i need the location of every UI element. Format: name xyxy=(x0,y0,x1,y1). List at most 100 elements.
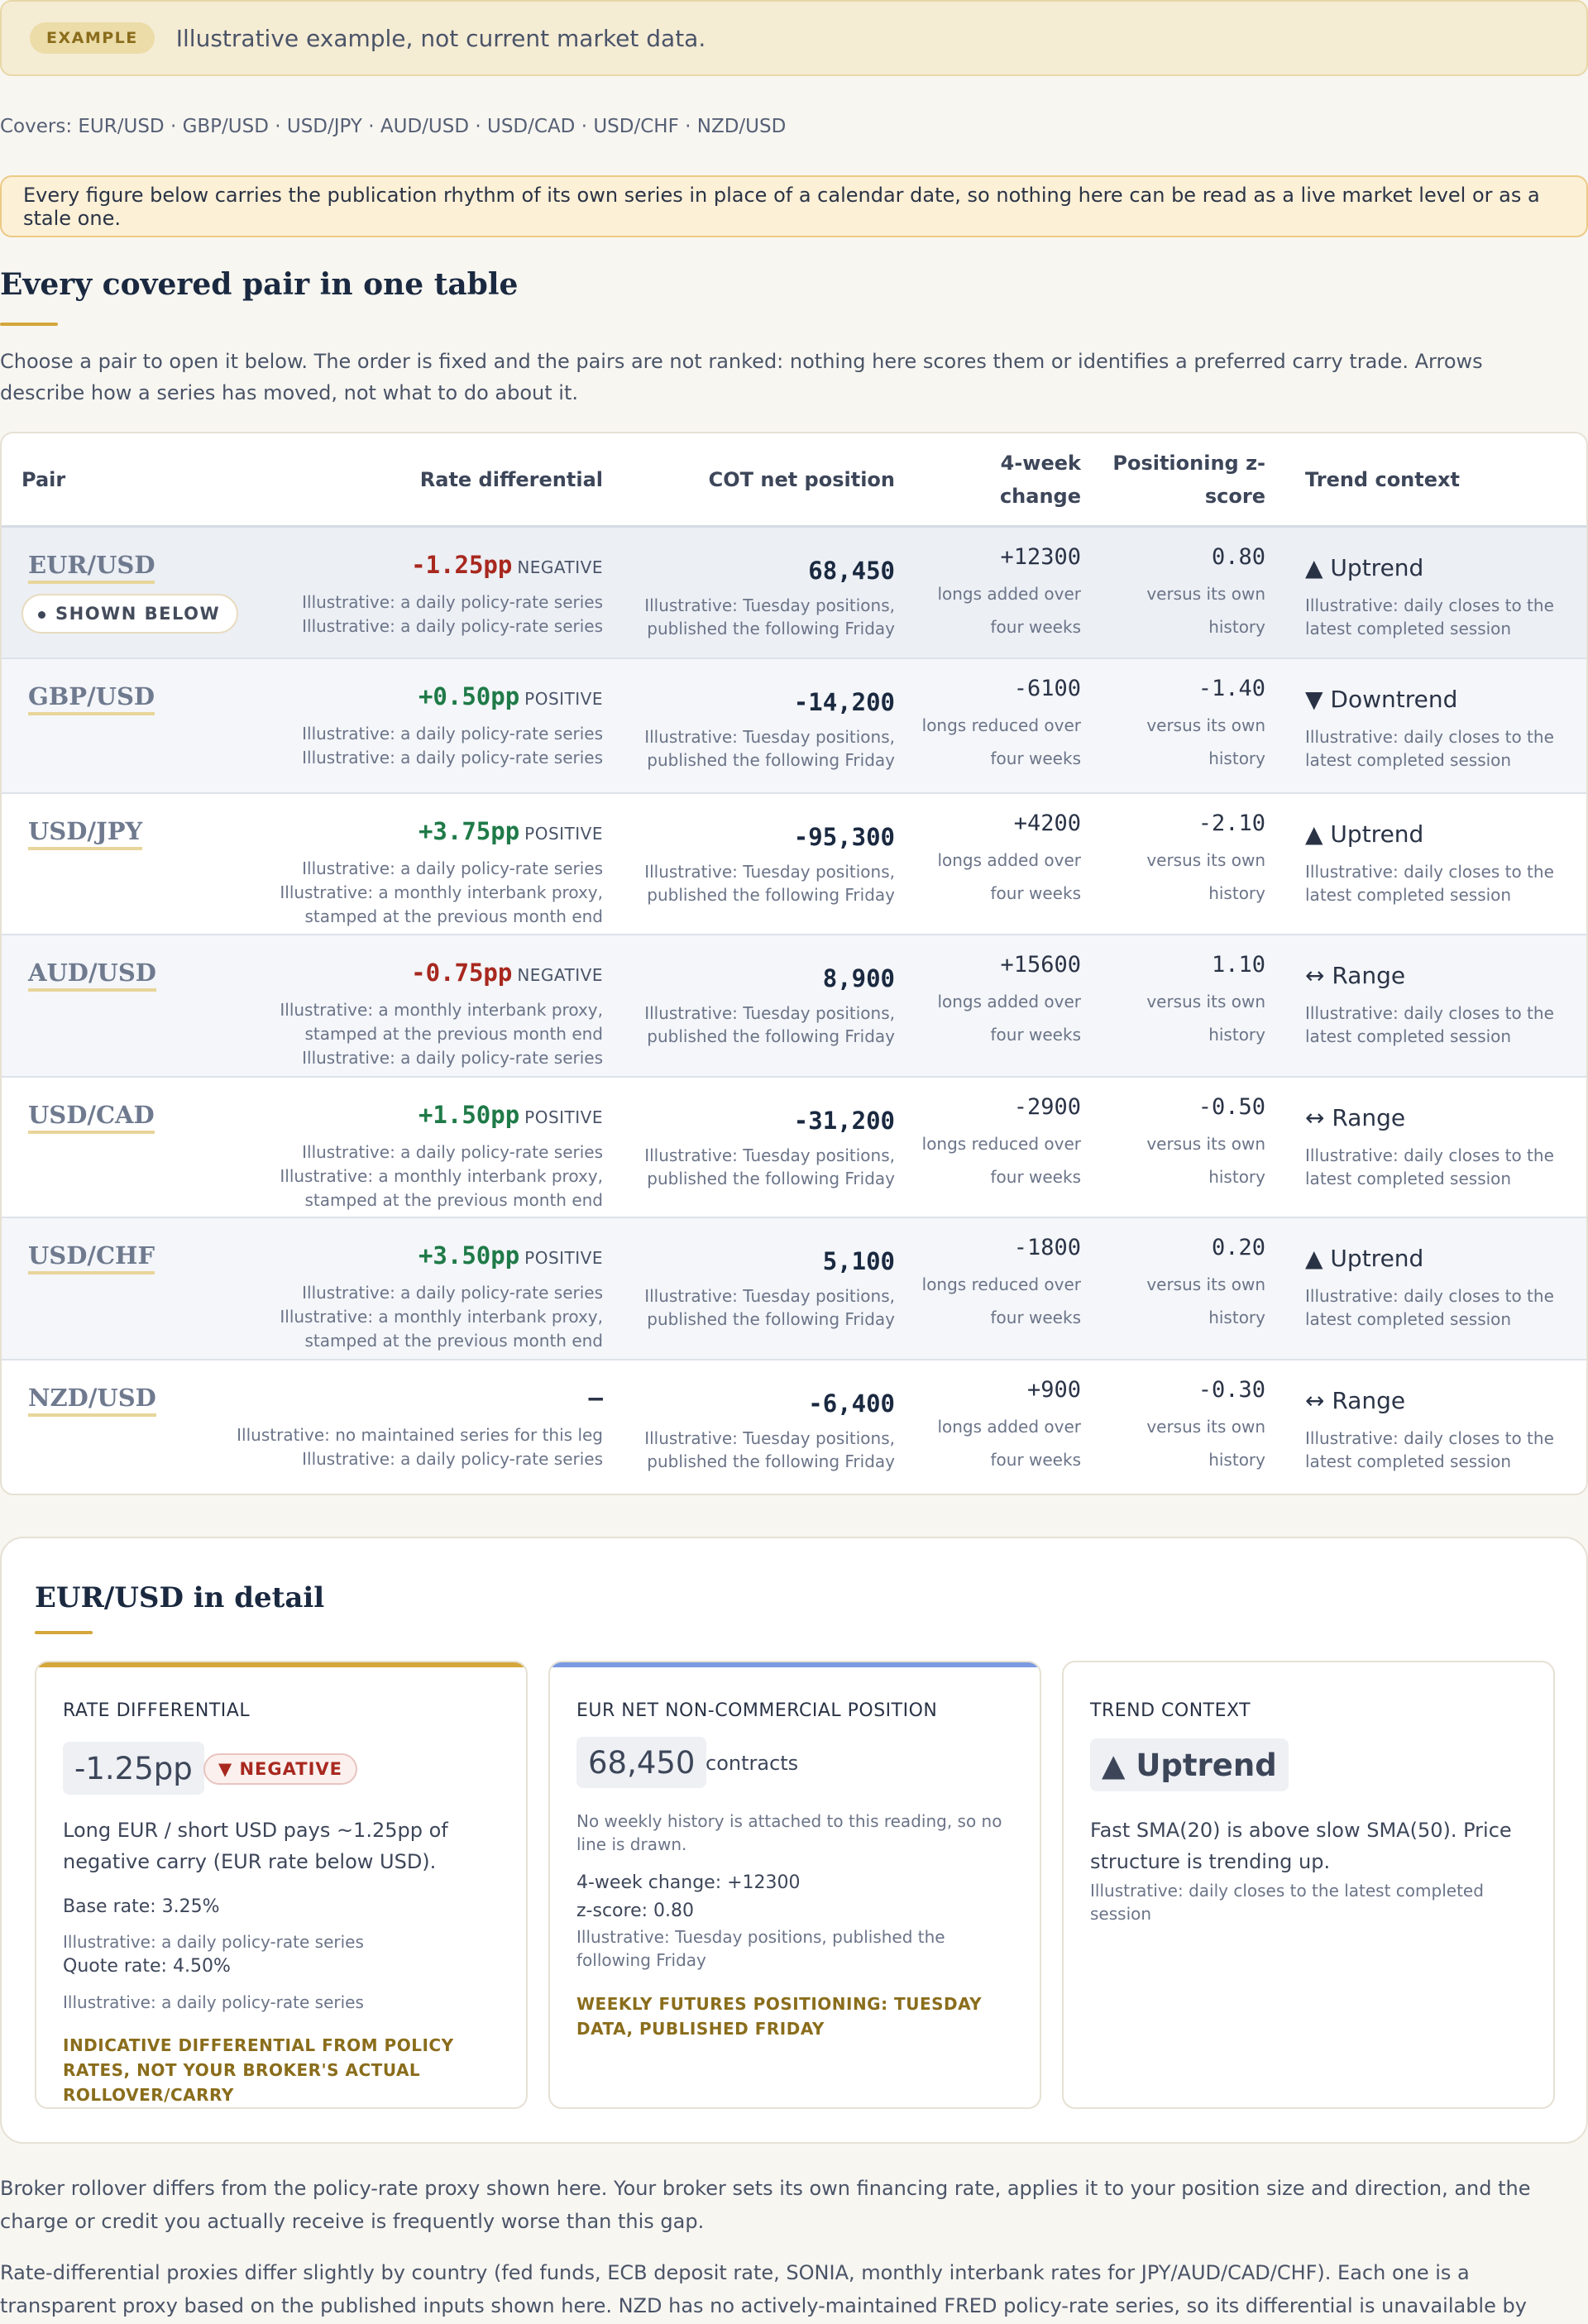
pair-link[interactable]: AUD/USD xyxy=(28,959,156,992)
cot-note-line: Illustrative: Tuesday positions, xyxy=(644,1003,895,1023)
rate-note: Illustrative: a daily policy-rate series xyxy=(302,724,603,744)
cot-note: Illustrative: Tuesday positions, publishe… xyxy=(644,1284,895,1331)
cot-net-position: -95,300 xyxy=(793,823,895,851)
header-z-line2: score xyxy=(1204,485,1265,508)
rate-note: Illustrative: a daily policy-rate series xyxy=(302,1449,603,1469)
rate-tag: NEGATIVE xyxy=(517,557,603,577)
pair-link[interactable]: EUR/USD xyxy=(28,551,155,584)
trend-note-line: latest completed session xyxy=(1305,619,1512,638)
cot-note: Illustrative: Tuesday positions, publish… xyxy=(576,1927,945,1970)
rate-note: Illustrative: a daily policy-rate series xyxy=(302,748,603,767)
header-cot-net-position: COT net position xyxy=(708,468,895,491)
shown-below-badge: SHOWN BELOW xyxy=(22,594,239,634)
rate-tag: POSITIVE xyxy=(524,689,603,709)
change-note-line: longs added over xyxy=(937,584,1081,604)
change-note-line: four weeks xyxy=(990,748,1081,768)
change-note-line: four weeks xyxy=(990,1450,1081,1470)
cot-note-line: Illustrative: Tuesday positions, xyxy=(644,1428,895,1448)
header-trend-context: Trend context xyxy=(1305,468,1460,491)
trend-note-line: latest completed session xyxy=(1305,1309,1512,1329)
cot-note-line: Illustrative: Tuesday positions, xyxy=(644,727,895,747)
z-note: versus its own history xyxy=(1146,985,1265,1051)
pair-link[interactable]: USD/JPY xyxy=(28,817,143,850)
rate-note: Illustrative: a monthly interbank proxy, xyxy=(280,1166,603,1186)
cot-note-line: Illustrative: Tuesday positions, xyxy=(644,862,895,882)
change-note-line: four weeks xyxy=(990,1308,1081,1327)
publication-notice: Every figure below carries the publicati… xyxy=(0,175,1588,237)
z-note-line: history xyxy=(1208,1450,1265,1470)
example-banner: EXAMPLE Illustrative example, not curren… xyxy=(0,0,1588,76)
trend-note: Illustrative: daily closes to the latest … xyxy=(1305,1002,1554,1048)
cot-note-line: Illustrative: Tuesday positions, xyxy=(644,1145,895,1165)
rate-notes: Illustrative: a daily policy-rate series… xyxy=(302,722,603,770)
rate-differential-card: RATE DIFFERENTIAL -1.25pp ▼ NEGATIVE Lon… xyxy=(35,1661,528,2109)
four-week-change: -1800 xyxy=(1013,1235,1081,1260)
trend-note-line: latest completed session xyxy=(1305,1026,1512,1046)
detail-title: EUR/USD in detail xyxy=(35,1581,325,1614)
z-note-line: versus its own xyxy=(1146,584,1265,604)
rate-differential: – xyxy=(589,1384,603,1412)
rollover-disclaimer: Broker rollover differs from the policy-… xyxy=(0,2177,1531,2233)
z-note: versus its own history xyxy=(1146,1127,1265,1193)
four-week-change: +900 xyxy=(1026,1377,1081,1403)
rate-notes: Illustrative: a monthly interbank proxy,… xyxy=(280,998,603,1070)
trend-note-line: Illustrative: daily closes to the xyxy=(1305,1428,1554,1448)
table-section-title: Every covered pair in one table xyxy=(0,267,519,302)
trend-value: ▲ Uptrend xyxy=(1102,1747,1277,1783)
z-note-line: versus its own xyxy=(1146,1134,1265,1154)
cot-note: Illustrative: Tuesday positions, publishe… xyxy=(644,1427,895,1473)
change-note-line: four weeks xyxy=(990,1167,1081,1187)
cot-note-line: published the following Friday xyxy=(647,1451,895,1471)
card-label: RATE DIFFERENTIAL xyxy=(63,1700,251,1721)
positioning-z-score: -1.40 xyxy=(1198,676,1265,701)
positioning-z-score: 0.80 xyxy=(1211,544,1265,570)
trend-description: Fast SMA(20) is above slow SMA(50). Pric… xyxy=(1090,1819,1512,1873)
four-week-change: +15600 xyxy=(1000,952,1081,978)
z-note-line: history xyxy=(1208,748,1265,768)
table-row[interactable]: USD/CHF +3.50pp POSITIVE Illustrative: a da… xyxy=(2,1218,1586,1360)
table-header: Pair Rate differential COT net position … xyxy=(2,433,1586,528)
trend-context: ▲ Uptrend xyxy=(1305,1245,1424,1272)
table-row[interactable]: USD/JPY +3.75pp POSITIVE Illustrative: a da… xyxy=(2,794,1586,935)
cot-net-position: -6,400 xyxy=(808,1389,895,1418)
pair-link[interactable]: USD/CAD xyxy=(28,1101,155,1134)
rate-differential: +3.75pp POSITIVE xyxy=(419,817,603,845)
cot-note-line: published the following Friday xyxy=(647,750,895,770)
quote-rate: Quote rate: 4.50% xyxy=(63,1956,231,1977)
trend-note-line: Illustrative: daily closes to the xyxy=(1305,595,1554,615)
trend-context: ↔ Range xyxy=(1305,962,1406,989)
rate-note: Illustrative: a daily policy-rate series xyxy=(302,592,603,612)
table-row[interactable]: AUD/USD -0.75pp NEGATIVE Illustrative: a mo… xyxy=(2,935,1586,1078)
trend-note-line: Illustrative: daily closes to the xyxy=(1305,727,1554,747)
trend-context: ↔ Range xyxy=(1305,1387,1406,1414)
rate-note: stamped at the previous month end xyxy=(304,1190,604,1210)
cot-value: 68,450 xyxy=(588,1744,696,1781)
change-note-line: longs added over xyxy=(937,1417,1081,1437)
z-note: versus its own history xyxy=(1146,1410,1265,1476)
card-label: TREND CONTEXT xyxy=(1090,1700,1251,1721)
cot-note-line: Illustrative: Tuesday positions, xyxy=(644,595,895,615)
table-row[interactable]: EUR/USD SHOWN BELOW -1.25pp NEGATIVE Illustr… xyxy=(2,528,1586,659)
z-note: versus its own history xyxy=(1146,577,1265,643)
pair-link[interactable]: GBP/USD xyxy=(28,682,155,715)
trend-note: Illustrative: daily closes to the latest … xyxy=(1305,725,1554,772)
rate-value: -1.25pp xyxy=(411,551,513,579)
cot-note-line: published the following Friday xyxy=(647,1026,895,1046)
pair-link[interactable]: USD/CHF xyxy=(28,1241,155,1274)
positioning-z-score: -0.30 xyxy=(1198,1377,1265,1403)
trend-note-line: latest completed session xyxy=(1305,1451,1512,1471)
pair-link[interactable]: NZD/USD xyxy=(28,1384,156,1417)
rate-notes: Illustrative: a daily policy-rate series… xyxy=(280,857,603,929)
table-row[interactable]: USD/CAD +1.50pp POSITIVE Illustrative: a da… xyxy=(2,1078,1586,1218)
z-note-line: history xyxy=(1208,1167,1265,1187)
change-note-line: four weeks xyxy=(990,1025,1081,1045)
title-underline xyxy=(0,323,58,326)
trend-context: ↔ Range xyxy=(1305,1104,1406,1131)
rate-differential: -0.75pp NEGATIVE xyxy=(411,959,603,987)
table-row[interactable]: NZD/USD – Illustrative: no maintained seri… xyxy=(2,1360,1586,1494)
z-note-line: history xyxy=(1208,1025,1265,1045)
cot-net-position: 68,450 xyxy=(808,557,895,585)
z-note: versus its own history xyxy=(1146,1268,1265,1334)
table-row[interactable]: GBP/USD +0.50pp POSITIVE Illustrative: a da… xyxy=(2,659,1586,794)
pair-detail-panel: EUR/USD in detail RATE DIFFERENTIAL -1.2… xyxy=(0,1537,1588,2144)
